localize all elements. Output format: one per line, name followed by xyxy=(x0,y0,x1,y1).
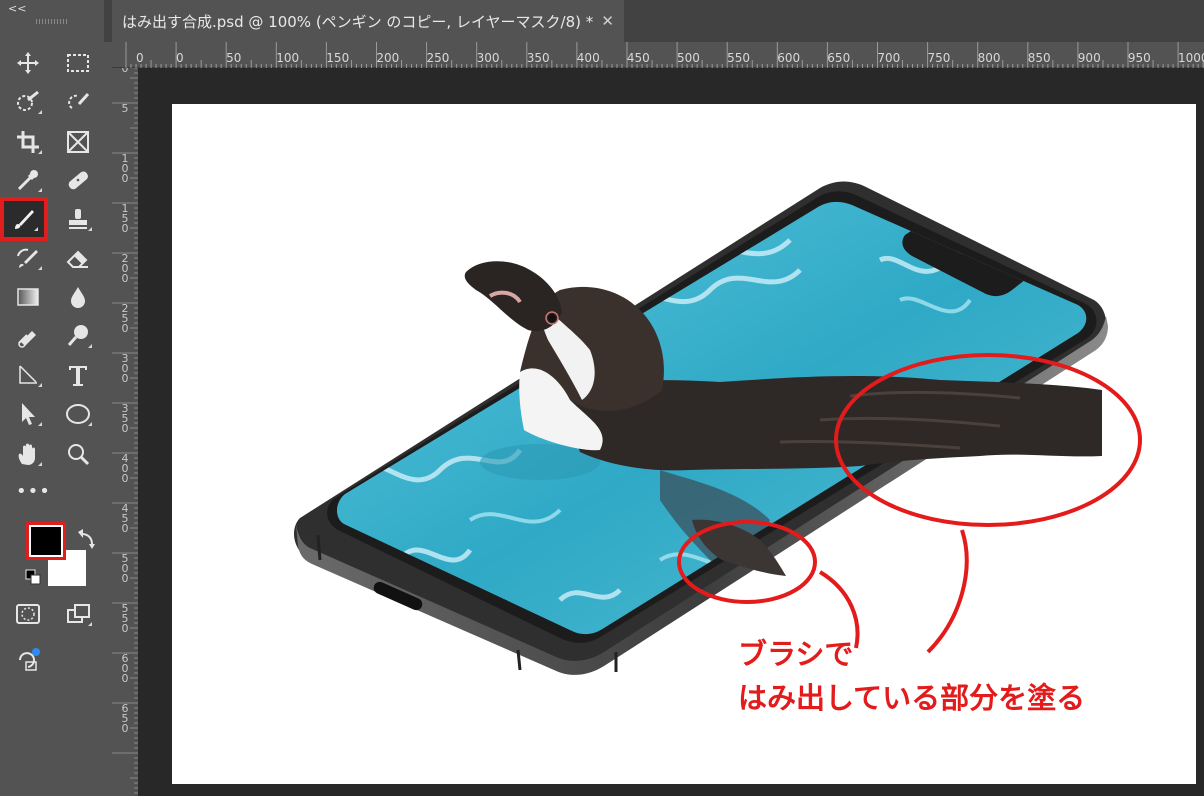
ruler-v-label: 3 5 0 xyxy=(121,402,129,435)
document-tab[interactable]: はみ出す合成.psd @ 100% (ペンギン のコピー, レイヤーマスク/8)… xyxy=(112,0,624,42)
lasso-tool[interactable] xyxy=(58,84,98,120)
ruler-h-label: 800 xyxy=(977,51,1001,65)
ruler-h-label: 300 xyxy=(476,51,500,65)
type-tool[interactable] xyxy=(58,357,98,393)
crop-tool[interactable] xyxy=(8,124,48,160)
pen-tool[interactable] xyxy=(8,357,48,393)
water-drop-icon xyxy=(71,287,85,308)
ruler-v-label: 4 5 0 xyxy=(121,502,129,535)
ruler-h-label: 550 xyxy=(727,51,750,65)
move-tool[interactable] xyxy=(8,45,48,81)
brush-icon xyxy=(15,210,34,229)
annotation-line-1-text: ブラシで xyxy=(738,637,854,671)
burn-tool[interactable] xyxy=(8,318,48,354)
frame-tool[interactable] xyxy=(58,124,98,160)
share-for-review-icon xyxy=(19,648,40,671)
share-button[interactable] xyxy=(8,642,48,678)
ruler-v-label: 6 0 0 xyxy=(121,652,129,685)
ruler-h-label: 350 xyxy=(526,51,550,65)
history-brush-tool[interactable] xyxy=(8,240,48,276)
eyedropper-tool[interactable] xyxy=(8,162,48,198)
rect-marquee-icon xyxy=(67,54,89,72)
ruler-h-label: 450 xyxy=(626,51,650,65)
color-swatches[interactable] xyxy=(14,512,96,594)
ruler-h-label: 600 xyxy=(777,51,801,65)
ruler-h-label: 0 xyxy=(136,51,144,65)
foreground-color-swatch xyxy=(29,525,63,557)
burn-hand-icon xyxy=(18,331,36,348)
bandage-icon xyxy=(68,171,89,190)
edit-toolbar-button[interactable]: ••• xyxy=(16,481,51,502)
move-icon xyxy=(17,52,39,74)
annotation-callout: ブラシで はみ出している部分を塗る xyxy=(738,632,1085,720)
ellipse-tool[interactable] xyxy=(58,396,98,432)
ruler-h-label: 200 xyxy=(376,51,400,65)
brush-tool[interactable] xyxy=(0,197,48,241)
ruler-h-label: 500 xyxy=(677,51,700,65)
ruler-h-label: 150 xyxy=(326,51,350,65)
zoom-tool[interactable] xyxy=(58,436,98,472)
quick-mask-button[interactable] xyxy=(8,596,48,632)
ruler-h-label: 100 xyxy=(276,51,300,65)
type-icon xyxy=(69,366,87,386)
ruler-v-label: 3 0 0 xyxy=(121,352,129,385)
ruler-v-label: 5 xyxy=(121,102,129,115)
ruler-h-label: 700 xyxy=(877,51,901,65)
document-tab-title: はみ出す合成.psd @ 100% (ペンギン のコピー, レイヤーマスク/8)… xyxy=(122,12,594,31)
panel-grip[interactable] xyxy=(36,19,68,24)
ruler-v-label: 1 0 0 xyxy=(121,152,129,185)
ruler-h-label: 0 xyxy=(176,51,184,65)
eraser-icon xyxy=(66,250,88,268)
ruler-h-label: 1000 xyxy=(1178,51,1204,65)
ruler-v-label: 2 0 0 xyxy=(121,252,129,285)
tools-panel: << ••• xyxy=(0,0,104,796)
ruler-h-label: 250 xyxy=(426,51,450,65)
close-tab-button[interactable]: ✕ xyxy=(601,12,614,30)
hand-tool[interactable] xyxy=(8,436,48,472)
ruler-v-label: 6 5 0 xyxy=(121,702,129,735)
object-selection-icon xyxy=(68,92,90,109)
path-selection-tool[interactable] xyxy=(8,396,48,432)
ruler-v-label: 5 0 0 xyxy=(121,552,129,585)
horizontal-ruler[interactable]: 0 0 50 100 150 200 250 300 350 400 450 500 550 600 650… xyxy=(112,42,1204,68)
collapse-panel-button[interactable]: << xyxy=(8,2,26,15)
clone-stamp-tool[interactable] xyxy=(58,201,98,237)
ruler-v-label: 2 5 0 xyxy=(121,302,129,335)
ruler-v-label: 0 xyxy=(121,68,129,75)
eraser-tool[interactable] xyxy=(58,240,98,276)
vertical-ruler[interactable]: 0 5 1 0 0 1 5 0 2 0 0 2 5 0 3 0 0 3 5 0 4 0 0 4 5… xyxy=(112,68,138,796)
gradient-icon xyxy=(17,288,39,306)
ruler-h-label: 850 xyxy=(1027,51,1051,65)
document-tab-bar: はみ出す合成.psd @ 100% (ペンギン のコピー, レイヤーマスク/8)… xyxy=(104,0,1204,42)
ruler-h-label: 400 xyxy=(576,51,600,65)
healing-brush-tool[interactable] xyxy=(58,162,98,198)
screen-mode-button[interactable] xyxy=(58,596,98,632)
annotation-line-2-text: はみ出している部分を塗る xyxy=(738,681,1086,715)
ruler-v-label: 5 5 0 xyxy=(121,602,129,635)
ruler-h-label: 900 xyxy=(1077,51,1101,65)
quick-mask-icon xyxy=(16,604,40,624)
marquee-tool[interactable] xyxy=(58,45,98,81)
ruler-h-label: 750 xyxy=(927,51,951,65)
quick-selection-tool[interactable] xyxy=(8,84,48,120)
magnifier-icon xyxy=(68,444,90,466)
ruler-h-label: 50 xyxy=(226,51,242,65)
ruler-h-label: 950 xyxy=(1127,51,1151,65)
dodge-tool[interactable] xyxy=(58,318,98,354)
frame-icon xyxy=(67,131,89,153)
gradient-tool[interactable] xyxy=(8,279,48,315)
ruler-h-label: 650 xyxy=(827,51,851,65)
ruler-v-label: 4 0 0 xyxy=(121,452,129,485)
blur-tool[interactable] xyxy=(58,279,98,315)
swap-colors-icon xyxy=(81,533,93,545)
ruler-v-label: 1 5 0 xyxy=(121,202,129,235)
